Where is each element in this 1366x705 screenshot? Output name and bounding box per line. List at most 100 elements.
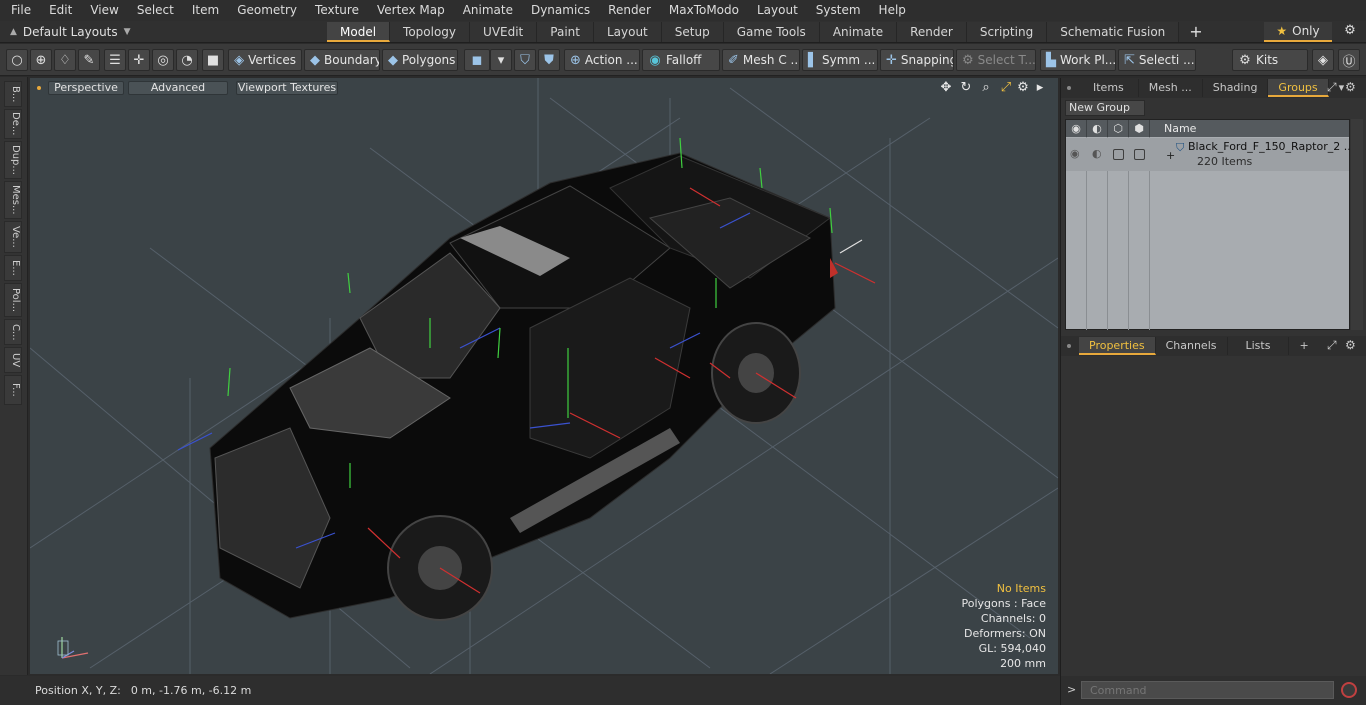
left-tab-vertex[interactable]: Ve... [4,221,22,253]
record-macro-icon[interactable] [1341,682,1357,698]
viewport-menu-dot[interactable] [37,86,41,90]
perspective-button[interactable]: Perspective [48,81,124,95]
tab-game-tools[interactable]: Game Tools [723,22,820,42]
tab-model[interactable]: Model [327,22,391,42]
left-tab-edge[interactable]: E... [4,255,22,281]
only-button[interactable]: ★ Only [1264,22,1332,42]
transform-button[interactable]: ✛ [128,49,150,71]
left-tab-fusion[interactable]: F... [4,375,22,405]
tab-layout[interactable]: Layout [593,22,662,42]
group-row[interactable]: ◉ ◐ + ⛉ Black_Ford_F_150_Raptor_2 ... 22… [1066,138,1354,171]
left-tab-deform[interactable]: De... [4,109,22,139]
menu-select[interactable]: Select [126,0,181,21]
render-icon[interactable]: ◐ [1092,147,1102,160]
lock-header-icon[interactable]: ⬡ [1108,120,1129,137]
symmetry-y-button[interactable]: ⛊ [538,49,560,71]
pivot-button[interactable]: ◎ [152,49,174,71]
kits-button[interactable]: ⚙ Kits [1232,49,1308,71]
lock-checkbox[interactable] [1113,149,1124,160]
viewport-textures-button[interactable]: Viewport Textures [236,81,338,95]
menu-layout[interactable]: Layout [746,0,805,21]
snapping-button[interactable]: ✛ Snapping [880,49,954,71]
panel-expand-icon[interactable]: ⤢ [1327,80,1337,95]
material-button[interactable]: ◼ [464,49,490,71]
menu-view[interactable]: View [79,0,125,21]
properties-menu-dot[interactable] [1067,344,1071,348]
menu-dynamics[interactable]: Dynamics [520,0,597,21]
groups-scrollbar[interactable] [1351,119,1363,330]
visibility-header-icon[interactable]: ◉ [1066,120,1087,137]
boundary-button[interactable]: ◆ Boundary [304,49,380,71]
command-input[interactable] [1081,681,1334,699]
render-header-icon[interactable]: ◐ [1087,120,1108,137]
3d-viewport[interactable]: Perspective Advanced Viewport Textures ✥… [30,78,1058,674]
panel-tab-properties[interactable]: Properties [1079,337,1156,355]
panel-tab-mesh[interactable]: Mesh ... [1139,79,1203,97]
panel-tab-channels[interactable]: Channels [1156,337,1228,355]
rotate-button[interactable]: ◔ [176,49,198,71]
work-plane-button[interactable]: ▙ Work Pl... [1040,49,1116,71]
new-group-button[interactable]: New Group [1065,100,1145,116]
menu-help[interactable]: Help [868,0,913,21]
menu-animate[interactable]: Animate [452,0,520,21]
layout-dropdown[interactable]: ▲ Default Layouts ▼ [10,24,131,40]
tab-render[interactable]: Render [897,22,967,42]
align-button[interactable]: ☰ [104,49,126,71]
panel-menu-dot[interactable] [1067,86,1071,90]
material-dropdown[interactable]: ▾ [490,49,512,71]
vertices-button[interactable]: ◈ Vertices [228,49,302,71]
menu-texture[interactable]: Texture [304,0,366,21]
select-through-button[interactable]: ⚙ Select T... [956,49,1036,71]
maximize-icon[interactable]: ⤢ [998,80,1014,96]
polygons-button[interactable]: ◆ Polygons [382,49,458,71]
menu-vertex-map[interactable]: Vertex Map [366,0,452,21]
rotate-view-icon[interactable]: ↻ [958,80,974,96]
zoom-icon[interactable]: ⌕ [978,80,994,96]
unreal-button[interactable]: Ⓤ [1338,49,1360,71]
panel-tab-shading[interactable]: Shading [1203,79,1269,97]
command-caret-icon[interactable]: > [1067,683,1076,696]
advanced-button[interactable]: Advanced [128,81,228,95]
selection-sets-button[interactable]: ⇱ Selecti ... [1118,49,1196,71]
select-checkbox[interactable] [1134,149,1145,160]
panel-tab-groups[interactable]: Groups [1268,79,1329,97]
properties-gear-icon[interactable]: ⚙ [1345,338,1356,352]
menu-item[interactable]: Item [181,0,226,21]
symmetry-button[interactable]: ▌ Symm ... [802,49,878,71]
add-panel-tab-icon[interactable]: + [1289,337,1318,355]
expand-icon[interactable]: + [1166,149,1175,162]
pen-button[interactable]: ♢ [54,49,76,71]
unity-button[interactable]: ◈ [1312,49,1334,71]
symmetry-x-button[interactable]: ⛉ [514,49,536,71]
expand-right-icon[interactable]: ▸ [1032,80,1048,96]
tab-scripting[interactable]: Scripting [966,22,1048,42]
menu-file[interactable]: File [0,0,38,21]
panel-tab-lists[interactable]: Lists [1228,337,1290,355]
menu-maxtomodo[interactable]: MaxToModo [658,0,746,21]
left-tab-curve[interactable]: C... [4,319,22,345]
left-tab-mesh-edit[interactable]: Mes... [4,181,22,219]
tab-animate[interactable]: Animate [819,22,898,42]
action-center-button[interactable]: ⊕ Action ... [564,49,640,71]
pan-icon[interactable]: ✥ [938,80,954,96]
left-tab-basic[interactable]: B... [4,81,22,107]
gear-icon[interactable]: ⚙ [1340,23,1360,41]
tab-setup[interactable]: Setup [661,22,724,42]
properties-expand-icon[interactable]: ⤢ [1327,338,1337,353]
menu-edit[interactable]: Edit [38,0,79,21]
menu-system[interactable]: System [805,0,868,21]
tab-paint[interactable]: Paint [537,22,594,42]
falloff-button[interactable]: ◉ Falloff [642,49,720,71]
tab-topology[interactable]: Topology [390,22,471,42]
brush-button[interactable]: ✎ [78,49,100,71]
menu-geometry[interactable]: Geometry [226,0,304,21]
globe-button[interactable]: ⊕ [30,49,52,71]
left-tab-duplicate[interactable]: Dup... [4,141,22,179]
panel-gear-icon[interactable]: ⚙ [1345,80,1356,94]
select-header-icon[interactable]: ⬢ [1129,120,1150,137]
left-tab-uv[interactable]: UV [4,347,22,373]
menu-render[interactable]: Render [597,0,658,21]
mesh-constraint-button[interactable]: ✐ Mesh C ... [722,49,800,71]
circle-select-button[interactable]: ○ [6,49,28,71]
item-mode-button[interactable]: ■ [202,49,224,71]
